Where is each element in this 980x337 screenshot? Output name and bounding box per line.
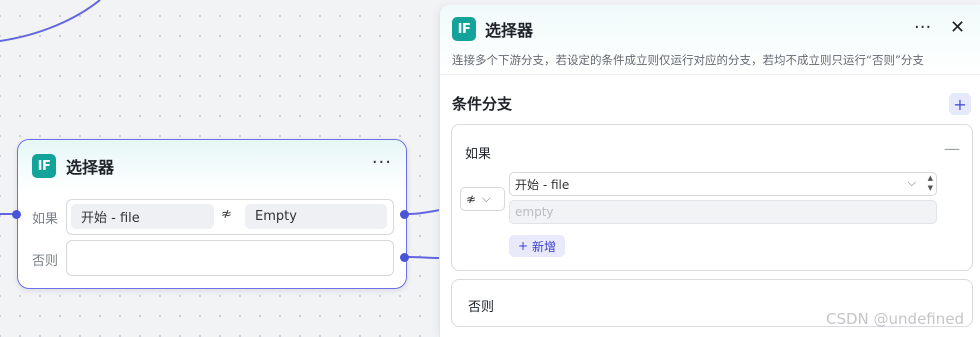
edge-incoming-top [0,0,101,42]
more-options-icon[interactable]: ··· [372,154,392,172]
condition-variable: 开始 - file [71,204,214,229]
input-port[interactable] [12,210,21,219]
watermark: CSDN @undefined [826,310,965,328]
close-icon[interactable]: ✕ [950,17,965,38]
add-branch-button[interactable]: + [949,93,971,115]
plus-icon: + [517,239,529,253]
else-label: 否则 [468,300,495,315]
more-options-icon[interactable]: ··· [914,19,931,37]
if-branch-card: 如果 — ≉ ⌵ 开始 - file ⌵ ▲ ▼ empty + 新增 [451,124,973,271]
if-else-node[interactable]: IF 选择器 ··· 如果 开始 - file ≉ Empty 否则 [12,139,409,289]
operator-select[interactable]: ≉ ⌵ [460,187,505,211]
variable-select-value: 开始 - file [515,177,570,192]
edge-outgoing-if [407,209,440,215]
add-condition-button[interactable]: + 新增 [509,235,565,257]
value-input[interactable]: empty [509,200,937,224]
else-label: 否则 [32,254,59,269]
if-icon: IF [452,17,476,41]
not-equal-icon: ≉ [221,207,232,222]
else-output-port[interactable] [400,253,409,262]
else-row[interactable] [66,240,394,276]
condition-value: Empty [245,204,387,229]
if-icon: IF [32,154,56,178]
condition-row[interactable]: 开始 - file ≉ Empty [66,199,394,235]
spinner-icon[interactable]: ▲ ▼ [928,173,933,193]
node-title: 选择器 [66,158,115,177]
edge-outgoing-else [407,256,440,259]
section-title: 条件分支 [452,95,513,113]
chevron-down-icon: ⌵ [482,192,491,205]
panel-title: 选择器 [485,21,534,40]
panel-description: 连接多个下游分支，若设定的条件成立则仅运行对应的分支，若均不成立则只运行“否则”… [452,53,924,67]
node-header: IF 选择器 [18,140,406,192]
if-label: 如果 [32,212,59,227]
settings-panel: IF 选择器 ··· ✕ 连接多个下游分支，若设定的条件成立则仅运行对应的分支，… [439,5,980,337]
not-equal-icon: ≉ [466,192,477,206]
if-output-port[interactable] [400,210,409,219]
branch-label: 如果 [465,147,492,162]
collapse-icon[interactable]: — [944,139,960,158]
chevron-down-icon: ⌵ [907,176,916,189]
variable-select[interactable]: 开始 - file ⌵ ▲ ▼ [509,172,937,196]
add-condition-label: 新增 [532,239,557,254]
